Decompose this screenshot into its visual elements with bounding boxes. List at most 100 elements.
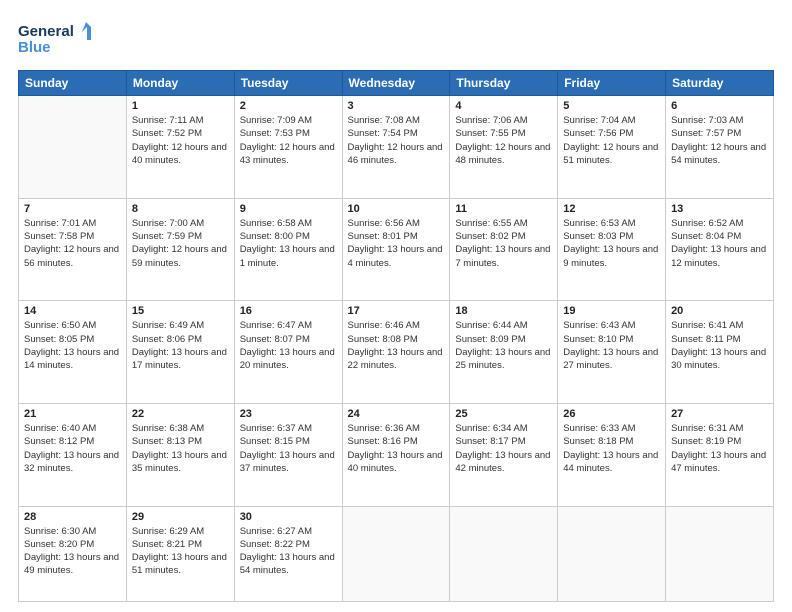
calendar-day-cell <box>342 506 450 601</box>
day-number: 20 <box>671 305 768 317</box>
svg-text:General: General <box>18 23 74 40</box>
day-info: Sunrise: 7:09 AMSunset: 7:53 PMDaylight:… <box>240 114 337 167</box>
calendar-day-cell: 4 Sunrise: 7:06 AMSunset: 7:55 PMDaylight… <box>450 96 558 199</box>
calendar-day-cell <box>450 506 558 601</box>
calendar-day-cell: 18 Sunrise: 6:44 AMSunset: 8:09 PMDayligh… <box>450 301 558 404</box>
day-number: 5 <box>563 100 660 112</box>
day-number: 18 <box>455 305 552 317</box>
day-number: 24 <box>348 408 445 420</box>
calendar-week-row: 28Sunrise: 6:30 AMSunset: 8:20 PMDayligh… <box>19 506 774 601</box>
calendar-day-cell: 26Sunrise: 6:33 AMSunset: 8:18 PMDayligh… <box>558 403 666 506</box>
calendar-day-cell: 27 Sunrise: 6:31 AMSunset: 8:19 PMDayligh… <box>666 403 774 506</box>
calendar-day-cell: 3Sunrise: 7:08 AMSunset: 7:54 PMDaylight… <box>342 96 450 199</box>
calendar-day-cell: 2 Sunrise: 7:09 AMSunset: 7:53 PMDaylight… <box>234 96 342 199</box>
calendar-day-cell: 13 Sunrise: 6:52 AMSunset: 8:04 PMDayligh… <box>666 198 774 301</box>
calendar-week-row: 1 Sunrise: 7:11 AMSunset: 7:52 PMDaylight… <box>19 96 774 199</box>
day-number: 22 <box>132 408 229 420</box>
day-number: 16 <box>240 305 337 317</box>
calendar-day-cell: 6 Sunrise: 7:03 AMSunset: 7:57 PMDaylight… <box>666 96 774 199</box>
calendar-day-cell <box>666 506 774 601</box>
day-number: 25 <box>455 408 552 420</box>
weekday-header-cell: Tuesday <box>234 71 342 96</box>
calendar-day-cell: 14 Sunrise: 6:50 AMSunset: 8:05 PMDayligh… <box>19 301 127 404</box>
weekday-header-cell: Sunday <box>19 71 127 96</box>
calendar-week-row: 14 Sunrise: 6:50 AMSunset: 8:05 PMDayligh… <box>19 301 774 404</box>
day-info: Sunrise: 6:49 AMSunset: 8:06 PMDaylight:… <box>132 319 229 372</box>
weekday-header-row: SundayMondayTuesdayWednesdayThursdayFrid… <box>19 71 774 96</box>
svg-text:Blue: Blue <box>18 39 51 56</box>
day-info: Sunrise: 6:38 AMSunset: 8:13 PMDaylight:… <box>132 422 229 475</box>
day-number: 7 <box>24 203 121 215</box>
calendar-day-cell: 10 Sunrise: 6:56 AMSunset: 8:01 PMDayligh… <box>342 198 450 301</box>
calendar-day-cell: 28Sunrise: 6:30 AMSunset: 8:20 PMDayligh… <box>19 506 127 601</box>
day-info: Sunrise: 6:40 AMSunset: 8:12 PMDaylight:… <box>24 422 121 475</box>
day-number: 14 <box>24 305 121 317</box>
calendar-day-cell: 30Sunrise: 6:27 AMSunset: 8:22 PMDayligh… <box>234 506 342 601</box>
calendar-day-cell: 5 Sunrise: 7:04 AMSunset: 7:56 PMDaylight… <box>558 96 666 199</box>
day-number: 4 <box>455 100 552 112</box>
calendar-day-cell: 12Sunrise: 6:53 AMSunset: 8:03 PMDayligh… <box>558 198 666 301</box>
day-number: 1 <box>132 100 229 112</box>
day-number: 6 <box>671 100 768 112</box>
day-info: Sunrise: 6:31 AMSunset: 8:19 PMDaylight:… <box>671 422 768 475</box>
day-info: Sunrise: 7:03 AMSunset: 7:57 PMDaylight:… <box>671 114 768 167</box>
day-info: Sunrise: 7:06 AMSunset: 7:55 PMDaylight:… <box>455 114 552 167</box>
day-number: 13 <box>671 203 768 215</box>
day-number: 19 <box>563 305 660 317</box>
day-info: Sunrise: 7:04 AMSunset: 7:56 PMDaylight:… <box>563 114 660 167</box>
calendar-day-cell: 11Sunrise: 6:55 AMSunset: 8:02 PMDayligh… <box>450 198 558 301</box>
day-number: 10 <box>348 203 445 215</box>
day-number: 2 <box>240 100 337 112</box>
day-number: 21 <box>24 408 121 420</box>
day-number: 26 <box>563 408 660 420</box>
day-info: Sunrise: 6:56 AMSunset: 8:01 PMDaylight:… <box>348 217 445 270</box>
day-info: Sunrise: 7:11 AMSunset: 7:52 PMDaylight:… <box>132 114 229 167</box>
day-info: Sunrise: 6:47 AMSunset: 8:07 PMDaylight:… <box>240 319 337 372</box>
calendar-day-cell: 19 Sunrise: 6:43 AMSunset: 8:10 PMDayligh… <box>558 301 666 404</box>
weekday-header-cell: Monday <box>126 71 234 96</box>
day-info: Sunrise: 6:50 AMSunset: 8:05 PMDaylight:… <box>24 319 121 372</box>
day-info: Sunrise: 6:29 AMSunset: 8:21 PMDaylight:… <box>132 525 229 578</box>
calendar-day-cell: 29 Sunrise: 6:29 AMSunset: 8:21 PMDayligh… <box>126 506 234 601</box>
day-info: Sunrise: 6:36 AMSunset: 8:16 PMDaylight:… <box>348 422 445 475</box>
logo: General Blue <box>18 18 98 60</box>
day-info: Sunrise: 7:08 AMSunset: 7:54 PMDaylight:… <box>348 114 445 167</box>
calendar-day-cell: 24 Sunrise: 6:36 AMSunset: 8:16 PMDayligh… <box>342 403 450 506</box>
day-info: Sunrise: 6:34 AMSunset: 8:17 PMDaylight:… <box>455 422 552 475</box>
day-info: Sunrise: 7:01 AMSunset: 7:58 PMDaylight:… <box>24 217 121 270</box>
calendar-day-cell <box>558 506 666 601</box>
day-info: Sunrise: 6:58 AMSunset: 8:00 PMDaylight:… <box>240 217 337 270</box>
calendar-table: SundayMondayTuesdayWednesdayThursdayFrid… <box>18 70 774 602</box>
calendar-day-cell <box>19 96 127 199</box>
day-number: 17 <box>348 305 445 317</box>
calendar-day-cell: 8Sunrise: 7:00 AMSunset: 7:59 PMDaylight… <box>126 198 234 301</box>
logo-svg: General Blue <box>18 18 98 60</box>
day-info: Sunrise: 6:37 AMSunset: 8:15 PMDaylight:… <box>240 422 337 475</box>
day-info: Sunrise: 6:30 AMSunset: 8:20 PMDaylight:… <box>24 525 121 578</box>
day-info: Sunrise: 6:27 AMSunset: 8:22 PMDaylight:… <box>240 525 337 578</box>
calendar-body: 1 Sunrise: 7:11 AMSunset: 7:52 PMDaylight… <box>19 96 774 602</box>
day-number: 15 <box>132 305 229 317</box>
day-info: Sunrise: 6:44 AMSunset: 8:09 PMDaylight:… <box>455 319 552 372</box>
day-info: Sunrise: 7:00 AMSunset: 7:59 PMDaylight:… <box>132 217 229 270</box>
calendar-week-row: 21 Sunrise: 6:40 AMSunset: 8:12 PMDayligh… <box>19 403 774 506</box>
day-info: Sunrise: 6:41 AMSunset: 8:11 PMDaylight:… <box>671 319 768 372</box>
calendar-day-cell: 16 Sunrise: 6:47 AMSunset: 8:07 PMDayligh… <box>234 301 342 404</box>
day-info: Sunrise: 6:46 AMSunset: 8:08 PMDaylight:… <box>348 319 445 372</box>
calendar-day-cell: 7 Sunrise: 7:01 AMSunset: 7:58 PMDaylight… <box>19 198 127 301</box>
day-number: 27 <box>671 408 768 420</box>
calendar-week-row: 7 Sunrise: 7:01 AMSunset: 7:58 PMDaylight… <box>19 198 774 301</box>
calendar-day-cell: 23 Sunrise: 6:37 AMSunset: 8:15 PMDayligh… <box>234 403 342 506</box>
page: General Blue SundayMondayTuesdayWednesda… <box>0 0 792 612</box>
day-number: 9 <box>240 203 337 215</box>
day-number: 23 <box>240 408 337 420</box>
header: General Blue <box>18 18 774 60</box>
day-info: Sunrise: 6:55 AMSunset: 8:02 PMDaylight:… <box>455 217 552 270</box>
day-info: Sunrise: 6:53 AMSunset: 8:03 PMDaylight:… <box>563 217 660 270</box>
calendar-day-cell: 17 Sunrise: 6:46 AMSunset: 8:08 PMDayligh… <box>342 301 450 404</box>
day-info: Sunrise: 6:43 AMSunset: 8:10 PMDaylight:… <box>563 319 660 372</box>
day-number: 29 <box>132 511 229 523</box>
calendar-day-cell: 1 Sunrise: 7:11 AMSunset: 7:52 PMDaylight… <box>126 96 234 199</box>
day-info: Sunrise: 6:52 AMSunset: 8:04 PMDaylight:… <box>671 217 768 270</box>
calendar-day-cell: 21 Sunrise: 6:40 AMSunset: 8:12 PMDayligh… <box>19 403 127 506</box>
